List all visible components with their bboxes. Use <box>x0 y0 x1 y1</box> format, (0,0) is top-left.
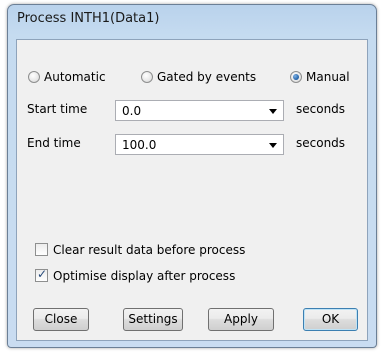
window-title: Process INTH1(Data1) <box>17 11 160 26</box>
start-time-combo[interactable]: 0.0 <box>115 100 284 121</box>
radio-manual[interactable]: Manual <box>290 69 350 84</box>
optimise-display-checkbox-row[interactable]: Optimise display after process <box>35 267 236 283</box>
end-time-label: End time <box>27 136 81 150</box>
radio-gated-circle[interactable] <box>141 70 153 83</box>
clear-result-label: Clear result data before process <box>53 242 246 257</box>
close-button[interactable]: Close <box>33 308 89 331</box>
end-time-unit: seconds <box>296 136 346 150</box>
radio-manual-label: Manual <box>306 69 350 84</box>
dialog-window: Process INTH1(Data1) Automatic Gated by … <box>7 4 377 348</box>
start-time-label: Start time <box>27 102 88 116</box>
start-time-unit: seconds <box>296 102 346 116</box>
clear-result-checkbox-row[interactable]: Clear result data before process <box>35 242 245 257</box>
start-time-value: 0.0 <box>122 104 142 118</box>
chevron-down-icon[interactable] <box>269 109 277 114</box>
radio-manual-circle[interactable] <box>290 70 302 83</box>
radio-gated-label: Gated by events <box>157 69 257 84</box>
radio-automatic-circle[interactable] <box>28 70 40 83</box>
radio-automatic[interactable]: Automatic <box>28 69 106 84</box>
optimise-display-label: Optimise display after process <box>53 268 236 283</box>
radio-automatic-label: Automatic <box>44 69 106 84</box>
apply-button[interactable]: Apply <box>208 308 274 331</box>
optimise-display-checkbox[interactable] <box>35 267 48 282</box>
settings-button[interactable]: Settings <box>123 308 183 331</box>
clear-result-checkbox[interactable] <box>35 243 48 256</box>
ok-button[interactable]: OK <box>303 308 358 331</box>
end-time-combo[interactable]: 100.0 <box>115 134 284 155</box>
end-time-value: 100.0 <box>122 138 157 152</box>
radio-gated-by-events[interactable]: Gated by events <box>141 69 256 84</box>
chevron-down-icon[interactable] <box>269 143 277 148</box>
dialog-body: Automatic Gated by events Manual Start t… <box>16 39 368 341</box>
